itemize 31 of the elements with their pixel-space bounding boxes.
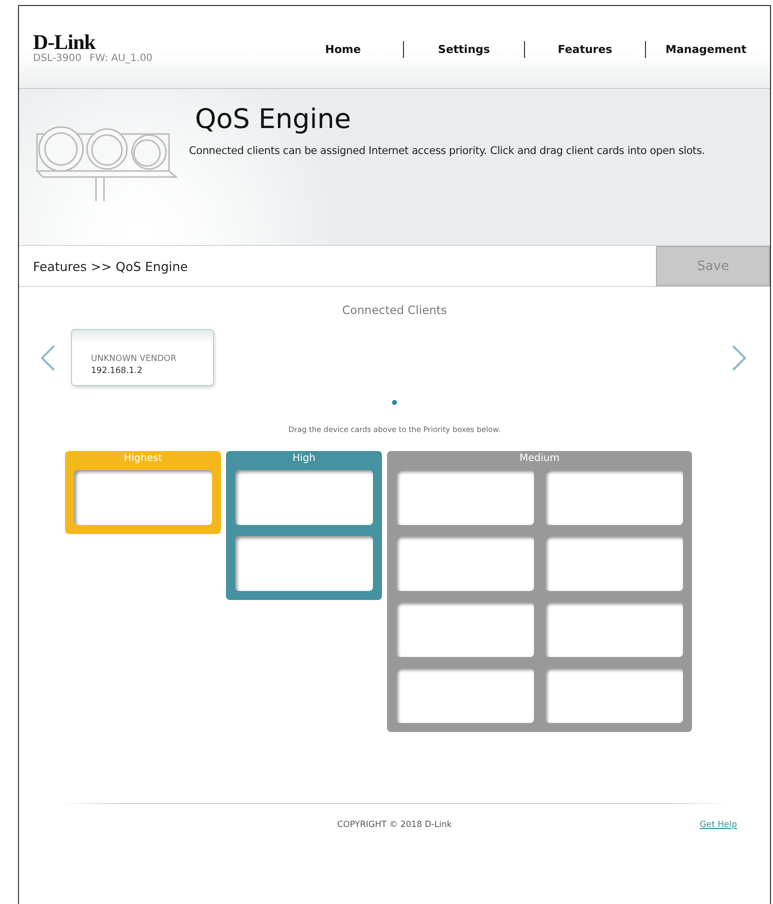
- nav-link[interactable]: Home: [283, 43, 403, 56]
- priority-label: High: [292, 452, 316, 465]
- model-label: DSL-3900: [33, 53, 82, 64]
- priority-label: Medium: [518, 452, 560, 465]
- page-title: QoS Engine: [195, 104, 352, 135]
- nav-link[interactable]: Settings: [404, 43, 524, 56]
- priority-label: Highest: [122, 452, 164, 465]
- copyright-text: COPYRIGHT © 2018 D-Link: [337, 820, 452, 830]
- priority-slot[interactable]: [545, 668, 683, 723]
- firmware-label: FW: AU_1.00: [90, 53, 153, 64]
- priority-slot[interactable]: [545, 602, 683, 657]
- section-title: Connected Clients: [342, 303, 447, 317]
- priority-slot[interactable]: [235, 470, 373, 525]
- priority-slot[interactable]: [545, 536, 683, 591]
- priority-slot[interactable]: [396, 602, 534, 657]
- priority-slot[interactable]: [235, 536, 373, 591]
- nav-link[interactable]: Management: [646, 43, 766, 56]
- brand-logo: D-Link: [33, 32, 96, 52]
- client-card[interactable]: UNKNOWN VENDOR 192.168.1.2: [71, 329, 214, 386]
- priority-slot[interactable]: [74, 470, 212, 525]
- client-ip: 192.168.1.2: [91, 366, 144, 376]
- priority-slot[interactable]: [396, 470, 534, 525]
- page-dot[interactable]: [392, 400, 397, 405]
- priority-slot[interactable]: [396, 536, 534, 591]
- client-vendor: UNKNOWN VENDOR: [91, 354, 178, 364]
- priority-slot[interactable]: [545, 470, 683, 525]
- breadcrumb: Features >> QoS Engine: [32, 258, 188, 274]
- page-description: Connected clients can be assigned Internet access priority. Click and drag client cards into open slots.: [189, 145, 705, 157]
- help-link[interactable]: Get Help: [700, 820, 737, 830]
- priority-slot[interactable]: [396, 668, 534, 723]
- nav-link[interactable]: Features: [525, 43, 645, 56]
